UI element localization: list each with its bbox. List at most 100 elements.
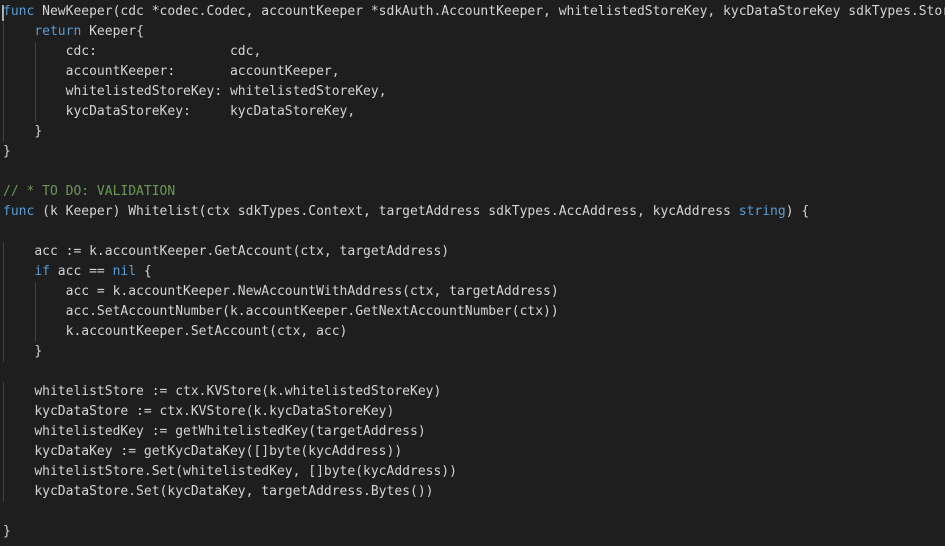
code-text: accountKeeper: accountKeeper, [0, 62, 340, 82]
code-line[interactable]: return Keeper{ [0, 22, 945, 42]
code-line[interactable]: // * TO DO: VALIDATION [0, 182, 945, 202]
indent-guide [3, 422, 4, 442]
code-line[interactable]: cdc: cdc, [0, 42, 945, 62]
code-token: accountKeeper: accountKeeper, [65, 64, 340, 79]
code-editor[interactable]: func NewKeeper(cdc *codec.Codec, account… [0, 0, 945, 546]
comment-token: // * TO DO: VALIDATION [3, 184, 176, 199]
code-token: } [34, 344, 43, 359]
code-line[interactable]: acc = k.accountKeeper.NewAccountWithAddr… [0, 282, 945, 302]
code-text: func NewKeeper(cdc *codec.Codec, account… [0, 2, 945, 22]
code-token: whitelistedStoreKey: whitelistedStoreKey… [65, 84, 387, 99]
code-line[interactable]: } [0, 122, 945, 142]
code-token: whitelistStore := ctx.KVStore(k.whitelis… [34, 384, 442, 399]
keyword-token: func [3, 204, 35, 219]
code-token: kycDataStoreKey: kycDataStoreKey, [65, 104, 356, 119]
code-line[interactable]: kycDataStore.Set(kycDataKey, targetAddre… [0, 482, 945, 502]
code-token: } [3, 524, 11, 539]
text-cursor [2, 5, 4, 21]
indent-guide [3, 482, 4, 502]
code-text: whitelistStore := ctx.KVStore(k.whitelis… [0, 382, 441, 402]
code-line[interactable] [0, 222, 945, 242]
indent-guide [3, 242, 4, 262]
code-text: whitelistedKey := getWhitelistedKey(targ… [0, 422, 425, 442]
code-token: } [34, 124, 43, 139]
code-line[interactable]: func NewKeeper(cdc *codec.Codec, account… [0, 2, 945, 22]
code-token: acc = k.accountKeeper.NewAccountWithAddr… [65, 284, 559, 299]
code-text: k.accountKeeper.SetAccount(ctx, acc) [0, 322, 348, 342]
indent-guide [3, 62, 4, 82]
indent-guide [35, 302, 36, 322]
keyword-token: return [34, 24, 82, 39]
code-line[interactable]: acc := k.accountKeeper.GetAccount(ctx, t… [0, 242, 945, 262]
indent-guide [3, 102, 4, 122]
code-token: { [136, 264, 152, 279]
code-lines[interactable]: func NewKeeper(cdc *codec.Codec, account… [0, 2, 945, 542]
code-text: kycDataStore.Set(kycDataKey, targetAddre… [0, 482, 433, 502]
code-token: kycDataStore := ctx.KVStore(k.kycDataSto… [34, 404, 395, 419]
code-token: NewKeeper(cdc *codec.Codec, accountKeepe… [34, 4, 945, 19]
code-text: if acc == nil { [0, 262, 152, 282]
keyword-token: string [738, 204, 786, 219]
code-text: cdc: cdc, [0, 42, 262, 62]
code-text: } [0, 342, 42, 362]
code-text: // * TO DO: VALIDATION [0, 182, 175, 202]
indent-guide [3, 462, 4, 482]
indent-guide [3, 382, 4, 402]
indent-guide [3, 22, 4, 42]
indent-guide [3, 82, 4, 102]
code-line[interactable]: kycDataKey := getKycDataKey([]byte(kycAd… [0, 442, 945, 462]
code-text: } [0, 522, 11, 542]
code-token: whitelistStore.Set(whitelistedKey, []byt… [34, 464, 457, 479]
keyword-token: nil [112, 264, 137, 279]
indent-guide [35, 282, 36, 302]
code-line[interactable] [0, 162, 945, 182]
indent-guide [35, 82, 36, 102]
code-token: ) { [785, 204, 810, 219]
code-line[interactable]: whitelistedKey := getWhitelistedKey(targ… [0, 422, 945, 442]
code-line[interactable]: } [0, 522, 945, 542]
code-line[interactable]: } [0, 342, 945, 362]
code-line[interactable]: } [0, 142, 945, 162]
code-token: (k Keeper) Whitelist(ctx sdkTypes.Contex… [34, 204, 739, 219]
code-text: kycDataKey := getKycDataKey([]byte(kycAd… [0, 442, 402, 462]
code-line[interactable]: if acc == nil { [0, 262, 945, 282]
code-text: kycDataStore := ctx.KVStore(k.kycDataSto… [0, 402, 394, 422]
code-text: kycDataStoreKey: kycDataStoreKey, [0, 102, 356, 122]
indent-guide [3, 122, 4, 142]
indent-guide [3, 282, 4, 302]
code-text: } [0, 122, 42, 142]
code-token: kycDataStore.Set(kycDataKey, targetAddre… [34, 484, 434, 499]
code-text: acc = k.accountKeeper.NewAccountWithAddr… [0, 282, 559, 302]
indent-guide [35, 42, 36, 62]
code-text: whitelistStore.Set(whitelistedKey, []byt… [0, 462, 457, 482]
indent-guide [3, 442, 4, 462]
indent-guide [35, 62, 36, 82]
code-line[interactable]: kycDataStoreKey: kycDataStoreKey, [0, 102, 945, 122]
code-token: Keeper{ [81, 24, 144, 39]
code-line[interactable]: acc.SetAccountNumber(k.accountKeeper.Get… [0, 302, 945, 322]
code-text: acc.SetAccountNumber(k.accountKeeper.Get… [0, 302, 559, 322]
code-token: kycDataKey := getKycDataKey([]byte(kycAd… [34, 444, 403, 459]
keyword-token: func [3, 4, 35, 19]
code-line[interactable]: accountKeeper: accountKeeper, [0, 62, 945, 82]
code-line[interactable]: kycDataStore := ctx.KVStore(k.kycDataSto… [0, 402, 945, 422]
indent-guide [3, 322, 4, 342]
code-text: func (k Keeper) Whitelist(ctx sdkTypes.C… [0, 202, 809, 222]
code-text: acc := k.accountKeeper.GetAccount(ctx, t… [0, 242, 449, 262]
code-token: acc.SetAccountNumber(k.accountKeeper.Get… [65, 304, 559, 319]
code-line[interactable]: whitelistStore.Set(whitelistedKey, []byt… [0, 462, 945, 482]
code-text: return Keeper{ [0, 22, 144, 42]
code-line[interactable]: k.accountKeeper.SetAccount(ctx, acc) [0, 322, 945, 342]
code-line[interactable] [0, 362, 945, 382]
indent-guide [3, 302, 4, 322]
code-line[interactable]: whitelistedStoreKey: whitelistedStoreKey… [0, 82, 945, 102]
code-line[interactable]: func (k Keeper) Whitelist(ctx sdkTypes.C… [0, 202, 945, 222]
indent-guide [3, 342, 4, 362]
code-line[interactable]: whitelistStore := ctx.KVStore(k.whitelis… [0, 382, 945, 402]
indent-guide [3, 262, 4, 282]
indent-guide [3, 42, 4, 62]
indent-guide [35, 102, 36, 122]
code-text: } [0, 142, 11, 162]
code-line[interactable] [0, 502, 945, 522]
code-token: acc == [49, 264, 113, 279]
